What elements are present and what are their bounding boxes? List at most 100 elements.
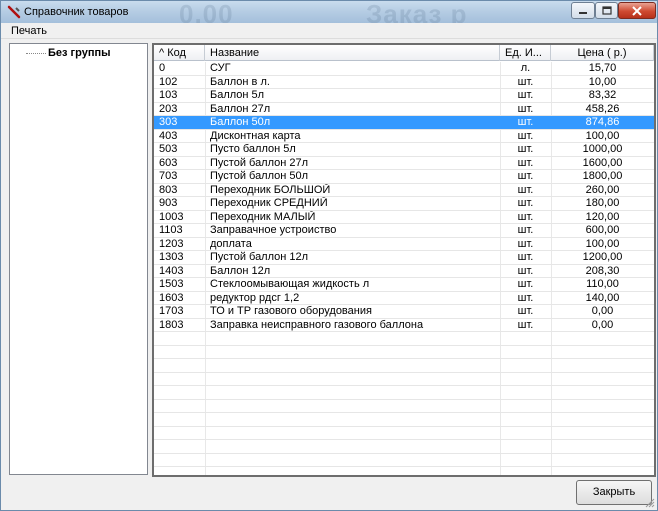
cell-unit: шт. bbox=[517, 197, 534, 209]
close-icon bbox=[632, 5, 642, 16]
cell-name: редуктор рдсг 1,2 bbox=[210, 291, 300, 304]
cell-code: 1803 bbox=[159, 318, 184, 331]
cell-code: 1103 bbox=[159, 224, 183, 236]
cell-code: 103 bbox=[159, 89, 178, 101]
table-row[interactable]: 203 Баллон 27л шт. 458,26 bbox=[154, 102, 654, 116]
cell-name: ТО и ТР газового оборудования bbox=[210, 305, 372, 317]
column-header-name[interactable]: Название bbox=[205, 45, 500, 61]
table-row[interactable]: 703 Пустой баллон 50л шт. 1800,00 bbox=[154, 170, 654, 184]
cell-unit: шт. bbox=[517, 237, 534, 250]
cell-unit: шт. bbox=[517, 75, 534, 88]
minimize-button[interactable] bbox=[571, 2, 595, 19]
cell-name: Пусто баллон 5л bbox=[210, 143, 296, 155]
table-row[interactable]: 1303 Пустой баллон 12л шт. 1200,00 bbox=[154, 251, 654, 265]
table-row[interactable]: 1103 Заправачное устроиство шт. 600,00 bbox=[154, 224, 654, 238]
tree-node-no-group[interactable]: Без группы bbox=[48, 47, 111, 59]
cell-name: Заправка неисправного газового баллона bbox=[210, 318, 424, 331]
cell-price: 874,86 bbox=[585, 116, 620, 128]
cell-code: 1303 bbox=[159, 251, 184, 263]
cell-price: 0,00 bbox=[591, 305, 614, 317]
table-row[interactable]: 1003 Переходник МАЛЫЙ шт. 120,00 bbox=[154, 210, 654, 224]
cell-unit: шт. bbox=[517, 89, 534, 101]
resize-grip-icon[interactable] bbox=[645, 498, 655, 508]
empty-table-row bbox=[154, 359, 654, 373]
cell-name: доплата bbox=[210, 237, 252, 250]
table-row[interactable]: 103 Баллон 5л шт. 83,32 bbox=[154, 89, 654, 103]
cell-unit: шт. bbox=[517, 156, 534, 169]
cell-code: 1403 bbox=[159, 264, 184, 277]
table-row[interactable]: 1503 Стеклоомывающая жидкость л шт. 110,00 bbox=[154, 278, 654, 292]
group-tree[interactable]: Без группы bbox=[9, 43, 148, 475]
cell-unit: шт. bbox=[517, 102, 534, 115]
cell-price: 458,26 bbox=[585, 102, 620, 115]
empty-table-row bbox=[154, 427, 654, 440]
cell-unit: шт. bbox=[517, 318, 534, 331]
column-header-code[interactable]: ^ Код bbox=[154, 45, 205, 61]
cell-unit: шт. bbox=[517, 264, 534, 277]
close-window-button[interactable] bbox=[618, 2, 656, 19]
cell-code: 1003 bbox=[159, 210, 184, 223]
cell-unit: шт. bbox=[517, 210, 534, 223]
cell-code: 1703 bbox=[159, 305, 184, 317]
maximize-icon bbox=[601, 6, 612, 15]
cell-unit: шт. bbox=[517, 291, 534, 304]
cell-code: 503 bbox=[159, 143, 178, 155]
table-row[interactable]: 903 Переходник СРЕДНИЙ шт. 180,00 bbox=[154, 197, 654, 211]
cell-name: Переходник МАЛЫЙ bbox=[210, 210, 316, 223]
cell-code: 1503 bbox=[159, 278, 184, 290]
cell-price: 1600,00 bbox=[582, 156, 623, 169]
table-row[interactable]: 102 Баллон в л. шт. 10,00 bbox=[154, 75, 654, 89]
cell-name: Баллон 27л bbox=[210, 102, 271, 115]
empty-table-row bbox=[154, 332, 654, 346]
title-bar[interactable]: Справочник товаров 0,00 Заказ р bbox=[1, 1, 657, 29]
products-table[interactable]: ^ Код Название Ед. И... Цена ( р.) 0 СУГ л… bbox=[152, 43, 656, 477]
cell-price: 1000,00 bbox=[582, 143, 623, 155]
maximize-button[interactable] bbox=[595, 2, 618, 19]
table-row[interactable]: 1203 доплата шт. 100,00 bbox=[154, 237, 654, 251]
cell-price: 208,30 bbox=[585, 264, 620, 277]
menu-bar: Печать bbox=[1, 23, 657, 39]
cell-price: 100,00 bbox=[585, 237, 620, 250]
table-row[interactable]: 403 Дисконтная карта шт. 100,00 bbox=[154, 130, 654, 143]
window-title: Справочник товаров bbox=[24, 6, 129, 18]
table-body: 0 СУГ л. 15,70 102 Баллон в л. шт. 10,00 103 Балл… bbox=[154, 62, 654, 475]
column-header-price[interactable]: Цена ( р.) bbox=[551, 45, 654, 61]
table-row[interactable]: 1403 Баллон 12л шт. 208,30 bbox=[154, 264, 654, 278]
empty-table-row bbox=[154, 386, 654, 400]
cell-name: Баллон в л. bbox=[210, 75, 270, 88]
cell-code: 303 bbox=[159, 116, 178, 128]
cell-price: 1200,00 bbox=[582, 251, 623, 263]
cell-price: 120,00 bbox=[585, 210, 620, 223]
table-row[interactable]: 1703 ТО и ТР газового оборудования шт. 0,00 bbox=[154, 305, 654, 319]
bottom-bar bbox=[1, 477, 657, 510]
cell-unit: л. bbox=[520, 62, 531, 74]
table-row[interactable]: 1803 Заправка неисправного газового балло… bbox=[154, 318, 654, 332]
cell-price: 260,00 bbox=[585, 183, 620, 196]
column-header-unit[interactable]: Ед. И... bbox=[500, 45, 551, 61]
minimize-icon bbox=[579, 11, 587, 14]
cell-price: 600,00 bbox=[585, 224, 620, 236]
table-row[interactable]: 503 Пусто баллон 5л шт. 1000,00 bbox=[154, 143, 654, 157]
close-button[interactable]: Закрыть bbox=[576, 480, 652, 505]
table-row[interactable]: 0 СУГ л. 15,70 bbox=[154, 62, 654, 76]
cell-price: 0,00 bbox=[591, 318, 614, 331]
cell-code: 903 bbox=[159, 197, 178, 209]
tree-connector bbox=[26, 53, 46, 54]
empty-table-row bbox=[154, 440, 654, 454]
table-row[interactable]: 303 Баллон 50л шт. 874,86 bbox=[154, 116, 654, 130]
cell-unit: шт. bbox=[517, 305, 534, 317]
cell-unit: шт. bbox=[517, 278, 534, 290]
cell-code: 803 bbox=[159, 183, 178, 196]
cell-code: 703 bbox=[159, 170, 178, 182]
cell-unit: шт. bbox=[517, 116, 534, 128]
app-window: Справочник товаров 0,00 Заказ р Печать Б… bbox=[0, 0, 658, 511]
cell-price: 83,32 bbox=[588, 89, 617, 101]
cell-unit: шт. bbox=[517, 143, 534, 155]
table-row[interactable]: 603 Пустой баллон 27л шт. 1600,00 bbox=[154, 156, 654, 170]
cell-name: Стеклоомывающая жидкость л bbox=[210, 278, 370, 290]
cell-code: 1603 bbox=[159, 291, 184, 304]
cell-unit: шт. bbox=[517, 183, 534, 196]
table-row[interactable]: 803 Переходник БОЛЬШОЙ шт. 260,00 bbox=[154, 183, 654, 197]
menu-item-print[interactable]: Печать bbox=[11, 25, 47, 37]
table-row[interactable]: 1603 редуктор рдсг 1,2 шт. 140,00 bbox=[154, 291, 654, 305]
